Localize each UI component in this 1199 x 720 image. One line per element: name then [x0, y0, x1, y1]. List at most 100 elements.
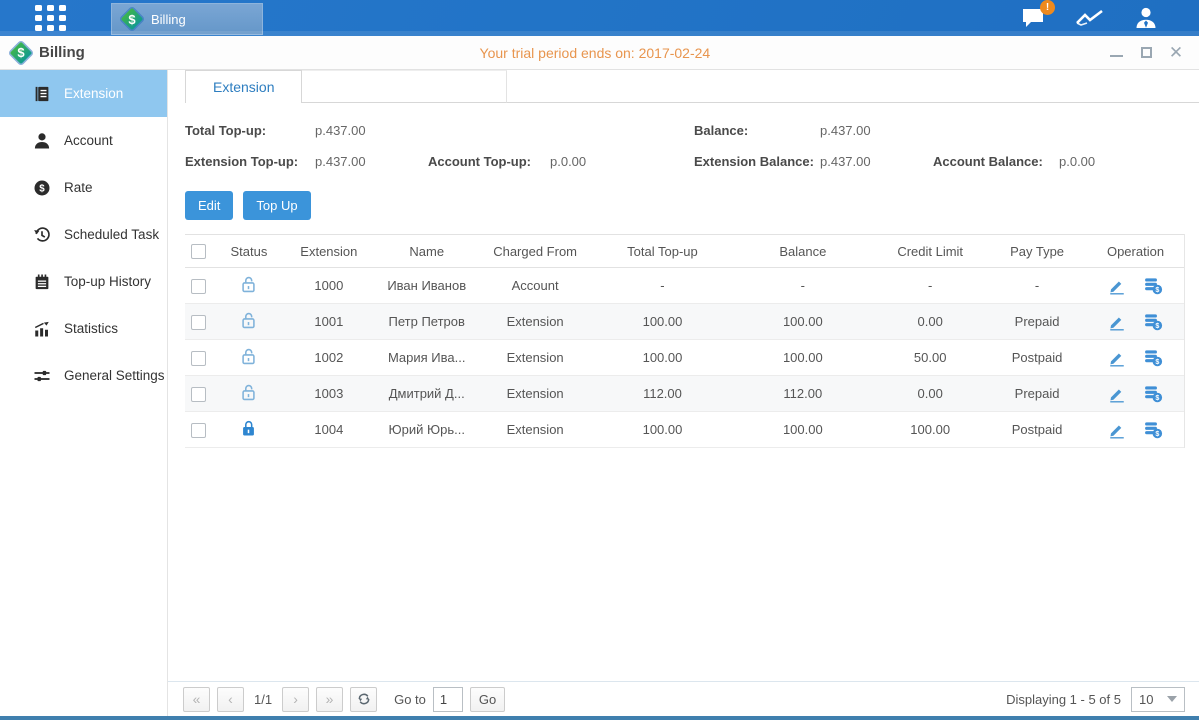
row-checkbox[interactable] — [191, 387, 206, 402]
edit-row-icon[interactable] — [1108, 313, 1126, 331]
sidebar-item-account[interactable]: Account — [0, 117, 167, 164]
next-page-button[interactable]: › — [282, 687, 309, 712]
sidebar-item-label: Rate — [64, 180, 93, 195]
taskbar-tab-billing[interactable]: $ Billing — [111, 3, 263, 35]
cell-credit-limit: 0.00 — [873, 304, 987, 340]
tab-strip: Extension — [168, 70, 1199, 103]
row-checkbox[interactable] — [191, 315, 206, 330]
col-balance: Balance — [732, 235, 873, 268]
history-clock-icon — [33, 226, 51, 244]
page-indicator: 1/1 — [251, 692, 275, 707]
table-row[interactable]: 1002 Мария Ива... Extension 100.00 100.0… — [185, 340, 1184, 376]
messages-icon[interactable]: ! — [1021, 6, 1047, 30]
page-size-select[interactable]: 10 — [1131, 687, 1185, 712]
topup-row-icon[interactable]: $ — [1143, 348, 1163, 367]
svg-text:$: $ — [1155, 430, 1159, 438]
maximize-button[interactable] — [1139, 46, 1153, 60]
table-row[interactable]: 1001 Петр Петров Extension 100.00 100.00… — [185, 304, 1184, 340]
refresh-button[interactable] — [350, 687, 377, 712]
topup-row-icon[interactable]: $ — [1143, 276, 1163, 295]
col-credit-limit: Credit Limit — [873, 235, 987, 268]
account-balance-value: p.0.00 — [1059, 154, 1095, 169]
col-status: Status — [216, 235, 282, 268]
cell-charged-from: Extension — [478, 304, 593, 340]
topup-row-icon[interactable]: $ — [1143, 384, 1163, 403]
sidebar-item-label: Account — [64, 133, 113, 148]
close-button[interactable]: ✕ — [1169, 46, 1183, 60]
extension-table-wrap: Status Extension Name Charged From Total… — [185, 234, 1185, 448]
app-launcher-icon[interactable] — [35, 5, 69, 31]
topup-row-icon[interactable]: $ — [1143, 420, 1163, 439]
sidebar-item-general-settings[interactable]: General Settings — [0, 352, 167, 399]
goto-page-input[interactable] — [433, 687, 463, 712]
edit-row-icon[interactable] — [1108, 277, 1126, 295]
first-page-button[interactable]: « — [183, 687, 210, 712]
svg-text:$: $ — [1155, 322, 1159, 330]
status-lock-icon — [240, 426, 257, 441]
cell-pay-type: Prepaid — [987, 376, 1087, 412]
edit-button[interactable]: Edit — [185, 191, 233, 220]
status-lock-icon — [240, 354, 257, 369]
cell-pay-type: Postpaid — [987, 340, 1087, 376]
cell-credit-limit: - — [873, 268, 987, 304]
prev-page-button[interactable]: ‹ — [217, 687, 244, 712]
col-charged-from: Charged From — [478, 235, 593, 268]
topup-button[interactable]: Top Up — [243, 191, 310, 220]
edit-row-icon[interactable] — [1108, 385, 1126, 403]
notepad-icon — [33, 273, 51, 291]
sidebar-item-rate[interactable]: $ Rate — [0, 164, 167, 211]
cell-balance: - — [732, 268, 873, 304]
row-checkbox[interactable] — [191, 279, 206, 294]
resource-monitor-icon[interactable] — [1075, 7, 1105, 29]
table-row[interactable]: 1004 Юрий Юрь... Extension 100.00 100.00… — [185, 412, 1184, 448]
extension-topup-label: Extension Top-up: — [185, 154, 298, 169]
edit-row-icon[interactable] — [1108, 421, 1126, 439]
sidebar-item-label: Top-up History — [64, 274, 151, 289]
col-pay-type: Pay Type — [987, 235, 1087, 268]
total-topup-value: p.437.00 — [315, 123, 366, 138]
status-lock-icon — [240, 318, 257, 333]
table-row[interactable]: 1000 Иван Иванов Account - - - - $ — [185, 268, 1184, 304]
extension-balance-label: Extension Balance: — [694, 154, 814, 169]
sidebar-item-extension[interactable]: Extension — [0, 70, 167, 117]
tab-extension[interactable]: Extension — [185, 70, 302, 103]
sidebar-item-topup-history[interactable]: Top-up History — [0, 258, 167, 305]
sidebar-item-statistics[interactable]: Statistics — [0, 305, 167, 352]
go-button[interactable]: Go — [470, 687, 505, 712]
topup-row-icon[interactable]: $ — [1143, 312, 1163, 331]
cell-extension: 1000 — [282, 268, 376, 304]
sidebar-item-scheduled-task[interactable]: Scheduled Task — [0, 211, 167, 258]
billing-window-icon: $ — [10, 42, 32, 64]
svg-text:$: $ — [39, 183, 45, 194]
col-name: Name — [376, 235, 478, 268]
cell-total-topup: 112.00 — [593, 376, 733, 412]
cell-charged-from: Extension — [478, 376, 593, 412]
user-account-icon[interactable] — [1133, 6, 1159, 30]
account-topup-value: p.0.00 — [550, 154, 586, 169]
row-checkbox[interactable] — [191, 423, 206, 438]
footer-right: Displaying 1 - 5 of 5 10 — [1006, 687, 1185, 712]
cell-extension: 1003 — [282, 376, 376, 412]
cell-charged-from: Account — [478, 268, 593, 304]
row-checkbox[interactable] — [191, 351, 206, 366]
cell-charged-from: Extension — [478, 412, 593, 448]
cell-name: Иван Иванов — [376, 268, 478, 304]
window-titlebar: $ Billing Your trial period ends on: 201… — [0, 36, 1199, 70]
edit-row-icon[interactable] — [1108, 349, 1126, 367]
table-row[interactable]: 1003 Дмитрий Д... Extension 112.00 112.0… — [185, 376, 1184, 412]
cell-name: Мария Ива... — [376, 340, 478, 376]
sidebar-item-label: General Settings — [64, 368, 165, 383]
svg-text:$: $ — [1155, 358, 1159, 366]
cell-name: Дмитрий Д... — [376, 376, 478, 412]
window-controls: ✕ — [1109, 46, 1183, 60]
minimize-button[interactable] — [1109, 46, 1123, 60]
window-title: Billing — [39, 44, 85, 61]
main-content: Extension Total Top-up: p.437.00 Balance… — [168, 70, 1199, 716]
select-all-checkbox[interactable] — [191, 244, 206, 259]
pagination-footer: « ‹ 1/1 › » Go to Go Displaying 1 - 5 of… — [168, 681, 1199, 716]
last-page-button[interactable]: » — [316, 687, 343, 712]
cell-credit-limit: 0.00 — [873, 376, 987, 412]
desktop-topbar: $ Billing ! — [0, 0, 1199, 36]
cell-balance: 100.00 — [732, 412, 873, 448]
tab-strip-blank — [302, 70, 507, 103]
